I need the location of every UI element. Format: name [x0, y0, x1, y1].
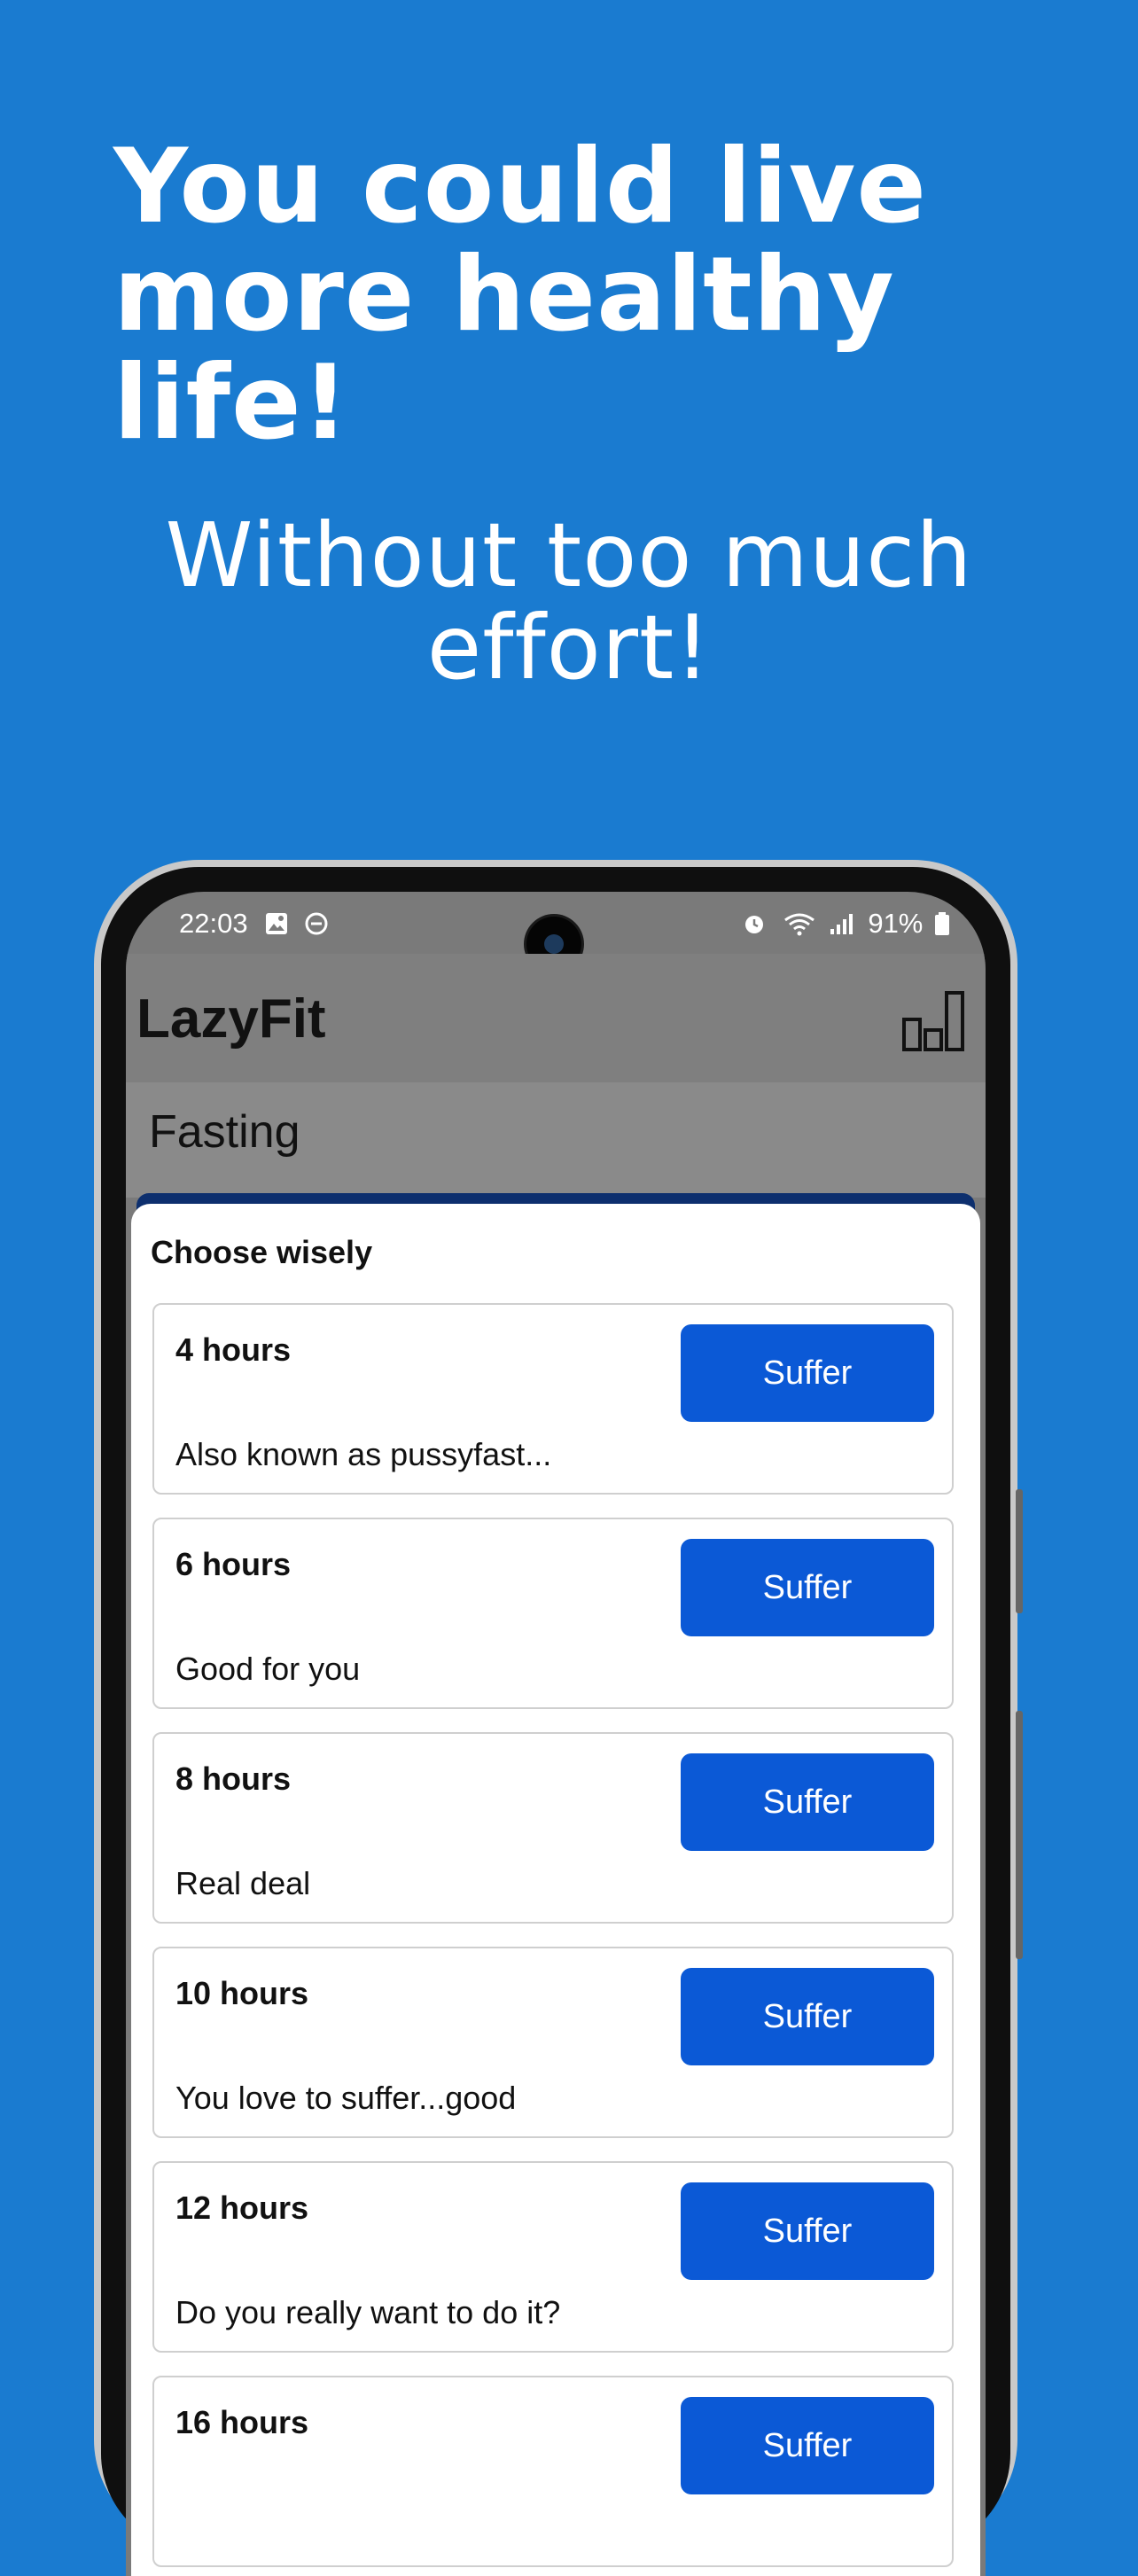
fast-option-card: 12 hours Do you really want to do it? Su…: [152, 2161, 954, 2353]
bar-chart-icon[interactable]: [900, 989, 966, 1053]
app-bar: LazyFit: [126, 954, 986, 1082]
fast-option-card: 6 hours Good for you Suffer: [152, 1518, 954, 1709]
status-left-icons: [266, 908, 329, 940]
volume-button: [1016, 1711, 1023, 1959]
section-title: Fasting: [149, 1106, 300, 1158]
option-description: You love to suffer...good: [175, 2080, 517, 2116]
promo-subhead-line2: effort!: [426, 596, 712, 699]
wifi-icon: [784, 913, 815, 936]
option-hours: 16 hours: [175, 2404, 309, 2440]
suffer-button[interactable]: Suffer: [681, 1539, 934, 1636]
sheet-title: Choose wisely: [151, 1234, 373, 1270]
choose-sheet: Choose wisely 4 hours Also known as puss…: [131, 1204, 980, 2576]
promo-subhead-line1: Without too much: [165, 503, 973, 607]
promo-headline: You could live more healthy life!: [113, 133, 1088, 457]
suffer-button[interactable]: Suffer: [681, 2182, 934, 2280]
fast-option-card: 4 hours Also known as pussyfast... Suffe…: [152, 1303, 954, 1495]
power-button: [1016, 1489, 1023, 1613]
promo-subhead: Without too much effort!: [0, 510, 1138, 694]
option-description: Real deal: [175, 1865, 311, 1901]
option-description: Also known as pussyfast...: [175, 1436, 552, 1472]
battery-icon: [935, 912, 949, 935]
fast-option-card: 10 hours You love to suffer...good Suffe…: [152, 1947, 954, 2138]
alarm-icon: [745, 916, 764, 933]
suffer-button[interactable]: Suffer: [681, 2397, 934, 2494]
promo-headline-line2: more healthy life!: [113, 235, 895, 463]
phone-screen: 22:03 91% LazyFit Fasting Choose wisely …: [126, 892, 986, 2576]
app-title: LazyFit: [136, 988, 326, 1050]
option-hours: 8 hours: [175, 1760, 292, 1797]
option-hours: 6 hours: [175, 1546, 292, 1582]
fasting-section: Fasting: [126, 1082, 986, 1198]
image-notification-icon: [266, 913, 287, 934]
option-hours: 4 hours: [175, 1331, 292, 1368]
option-hours: 10 hours: [175, 1975, 309, 2011]
status-right: 91%: [742, 908, 950, 940]
option-description: Do you really want to do it?: [175, 2294, 561, 2330]
fast-option-card: 16 hours Suffer: [152, 2376, 954, 2567]
signal-icon: [830, 914, 853, 934]
promo-headline-line1: You could live: [113, 127, 928, 246]
option-description: Good for you: [175, 1651, 361, 1687]
do-not-disturb-icon: [305, 912, 328, 935]
suffer-button[interactable]: Suffer: [681, 1324, 934, 1422]
suffer-button[interactable]: Suffer: [681, 1753, 934, 1851]
battery-percent: 91%: [868, 908, 924, 939]
option-hours: 12 hours: [175, 2190, 309, 2226]
fast-option-card: 8 hours Real deal Suffer: [152, 1732, 954, 1924]
suffer-button[interactable]: Suffer: [681, 1968, 934, 2065]
status-time: 22:03: [179, 908, 248, 939]
